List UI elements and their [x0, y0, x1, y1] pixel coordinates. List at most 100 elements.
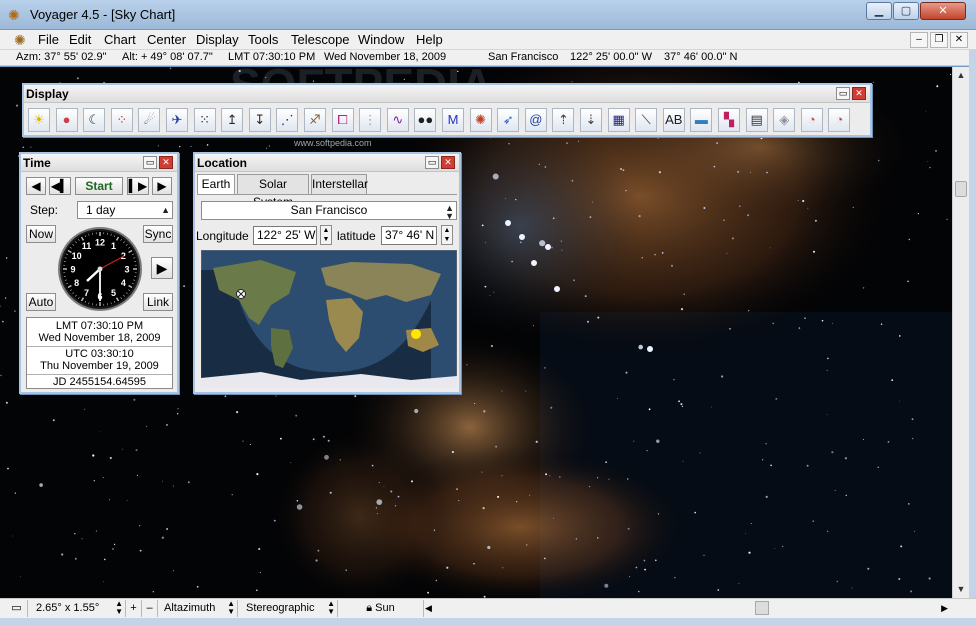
step-forward-icon[interactable]: ▶	[152, 177, 172, 195]
galaxy-icon[interactable]: ➶	[497, 108, 520, 132]
close-button[interactable]: ✕	[920, 2, 966, 20]
minimize-button[interactable]: ▁	[866, 2, 892, 20]
zoom-in-button[interactable]: +	[126, 600, 142, 617]
mdi-minimize-button[interactable]: –	[910, 32, 928, 48]
menu-telescope[interactable]: Telescope	[291, 32, 350, 47]
scroll-left-icon[interactable]: ◀	[425, 600, 432, 617]
time-panel: Time ▭ ✕ ◀ ◀▍ Start ▍▶ ▶ Step: 1 day ▲ N…	[19, 152, 179, 394]
now-button[interactable]: Now	[26, 225, 56, 243]
ra-down-icon[interactable]: ⇣	[580, 108, 602, 132]
earth-map[interactable]	[201, 250, 457, 388]
time-panel-header[interactable]: Time ▭ ✕	[21, 154, 177, 172]
latitude-field[interactable]: 37° 46' N	[381, 226, 437, 245]
analog-clock[interactable]: 121234567891011	[57, 226, 143, 312]
color-icon[interactable]: ▚	[718, 108, 740, 132]
messier-icon[interactable]: M	[442, 108, 464, 132]
step-select[interactable]: 1 day ▲	[77, 201, 173, 219]
menu-file[interactable]: File	[38, 32, 59, 47]
document-icon[interactable]: ✺	[14, 32, 30, 48]
time-panel-close-button[interactable]: ✕	[159, 156, 173, 169]
ra-up-icon[interactable]: ⇡	[552, 108, 575, 132]
display-panel-restore-button[interactable]: ▭	[836, 87, 850, 100]
landscape-icon[interactable]: ▬	[690, 108, 713, 132]
double-star-icon[interactable]: ●●	[414, 108, 437, 132]
comet-icon[interactable]: ☄	[138, 108, 161, 132]
mount-select[interactable]: Altazimuth ▲ ▼	[158, 600, 238, 617]
display-panel-title: Display	[26, 87, 69, 101]
lmt-time-text: LMT 07:30:10 PM	[55, 320, 144, 332]
horizon-icon[interactable]: ⟍	[635, 108, 658, 132]
horizontal-scrollbar[interactable]: ◀ ▶	[425, 600, 950, 617]
step-back-frame-icon[interactable]: ◀▍	[49, 177, 71, 195]
constellation-lines-icon[interactable]: ⋰	[276, 108, 299, 132]
spiral-icon[interactable]: @	[524, 108, 547, 132]
constellation-boundaries-icon[interactable]: ⧠	[331, 108, 354, 132]
constellation-figures-icon[interactable]: ♐	[304, 108, 326, 132]
start-button[interactable]: Start	[75, 177, 123, 195]
scroll-down-icon[interactable]: ▼	[953, 581, 969, 597]
step-back-icon[interactable]: ◀	[26, 177, 46, 195]
mount-spin-icon[interactable]: ▲ ▼	[227, 600, 235, 616]
nebula-icon[interactable]: ✺	[469, 108, 492, 132]
tab-earth[interactable]: Earth	[197, 174, 235, 195]
projection-spin-icon[interactable]: ▲ ▼	[327, 600, 335, 616]
mdi-restore-button[interactable]: ❐	[930, 32, 948, 48]
star-pattern-icon[interactable]: ⁘	[110, 108, 133, 132]
display-panel-header[interactable]: Display ▭ ✕	[24, 85, 870, 103]
vertical-scrollbar[interactable]: ▲ ▼	[952, 67, 969, 598]
scroll-right-icon[interactable]: ▶	[941, 600, 948, 617]
display-panel-close-button[interactable]: ✕	[852, 87, 866, 100]
play-icon[interactable]: ▶	[151, 257, 173, 279]
dial-two-icon[interactable]: ◔	[828, 108, 851, 132]
sync-button[interactable]: Sync	[143, 225, 173, 243]
auto-button[interactable]: Auto	[26, 293, 56, 311]
maximize-button[interactable]: ▢	[893, 2, 919, 20]
time-panel-restore-button[interactable]: ▭	[143, 156, 157, 169]
place-select[interactable]: San Francisco ▲ ▼	[201, 201, 457, 221]
star-faint-icon[interactable]: ↧	[248, 108, 271, 132]
horizontal-scroll-thumb[interactable]	[755, 601, 769, 615]
tab-interstellar[interactable]: Interstellar	[311, 174, 368, 194]
step-spin-icon[interactable]: ▲	[161, 202, 170, 218]
field-of-view[interactable]: 2.65° x 1.55° ▲ ▼	[28, 600, 126, 617]
lock-target[interactable]: 🔒︎ Sun	[338, 600, 424, 617]
zoom-out-button[interactable]: –	[142, 600, 158, 617]
location-panel-header[interactable]: Location ▭ ✕	[195, 154, 459, 172]
longitude-spinner[interactable]: ▲ ▼	[320, 225, 332, 245]
star-bright-icon[interactable]: ↥	[221, 108, 244, 132]
eraser-icon[interactable]: ◈	[773, 108, 796, 132]
latitude-spinner[interactable]: ▲ ▼	[441, 225, 453, 245]
sun-icon[interactable]: ☀	[28, 108, 50, 132]
menu-window[interactable]: Window	[358, 32, 404, 47]
moon-icon[interactable]: ☾	[83, 108, 106, 132]
latitude-label: latitude	[337, 229, 376, 243]
menu-help[interactable]: Help	[416, 32, 443, 47]
location-panel-restore-button[interactable]: ▭	[425, 156, 439, 169]
labels-icon[interactable]: AB	[662, 108, 685, 132]
fullscreen-icon[interactable]: ▭	[6, 600, 28, 617]
menu-center[interactable]: Center	[147, 32, 186, 47]
scroll-up-icon[interactable]: ▲	[953, 67, 969, 83]
info-icon[interactable]: ▤	[745, 108, 768, 132]
tab-solar-system[interactable]: Solar System	[237, 174, 309, 209]
longitude-field[interactable]: 122° 25' W	[253, 226, 317, 245]
location-panel-close-button[interactable]: ✕	[441, 156, 455, 169]
projection-select[interactable]: Stereographic ▲ ▼	[238, 600, 338, 617]
mdi-close-button[interactable]: ✕	[950, 32, 968, 48]
menu-chart[interactable]: Chart	[104, 32, 136, 47]
satellite-icon[interactable]: ✈	[166, 108, 188, 132]
star-field-icon[interactable]: ⁙	[193, 108, 216, 132]
milky-way-icon[interactable]: ⋮	[359, 108, 382, 132]
vertical-scroll-thumb[interactable]	[955, 181, 967, 197]
fov-spin-icon[interactable]: ▲ ▼	[115, 600, 123, 616]
menu-edit[interactable]: Edit	[69, 32, 91, 47]
menu-display[interactable]: Display	[196, 32, 239, 47]
variable-star-icon[interactable]: ∿	[386, 108, 409, 132]
link-button[interactable]: Link	[143, 293, 173, 311]
dial-icon[interactable]: ◔	[800, 108, 823, 132]
menu-tools[interactable]: Tools	[248, 32, 278, 47]
step-forward-frame-icon[interactable]: ▍▶	[127, 177, 149, 195]
planets-icon[interactable]: ●	[55, 108, 78, 132]
place-spin-icon[interactable]: ▲ ▼	[445, 204, 454, 221]
grid-icon[interactable]: ▦	[607, 108, 630, 132]
